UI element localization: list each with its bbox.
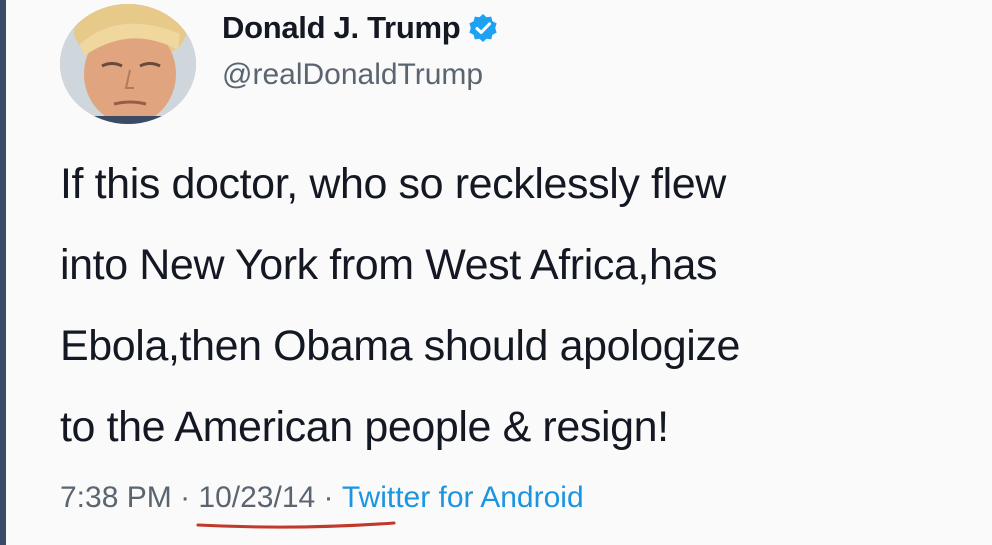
tweet-meta: 7:38 PM · 10/23/14 · Twitter for Android bbox=[60, 481, 584, 529]
avatar[interactable] bbox=[60, 4, 196, 124]
tweet-time[interactable]: 7:38 PM bbox=[60, 481, 172, 515]
meta-separator: · bbox=[171, 481, 199, 514]
tweet-text-line: to the American people & resign! bbox=[60, 403, 669, 451]
tweet-card: Donald J. Trump @realDonaldTrump If this… bbox=[0, 0, 992, 545]
meta-separator: · bbox=[315, 481, 342, 514]
tweet-date-text[interactable]: 10/23/14 bbox=[198, 481, 315, 515]
tweet-source-link[interactable]: Twitter for Android bbox=[342, 481, 584, 515]
avatar-photo bbox=[60, 4, 196, 124]
tweet-date[interactable]: 10/23/14 bbox=[196, 481, 396, 529]
verified-badge-icon bbox=[468, 13, 498, 43]
display-name[interactable]: Donald J. Trump bbox=[222, 10, 461, 46]
tweet-text-line: into New York from West Africa,has bbox=[60, 241, 718, 289]
left-edge-divider bbox=[0, 0, 6, 545]
author-name-row[interactable]: Donald J. Trump bbox=[222, 6, 498, 50]
tweet-text-line: Ebola,then Obama should apologize bbox=[60, 322, 741, 370]
tweet-text-line: If this doctor, who so recklessly flew bbox=[60, 160, 726, 208]
date-underline-mark bbox=[196, 521, 396, 529]
tweet-text: If this doctor, who so recklessly flew i… bbox=[60, 144, 980, 468]
user-handle[interactable]: @realDonaldTrump bbox=[222, 58, 483, 92]
